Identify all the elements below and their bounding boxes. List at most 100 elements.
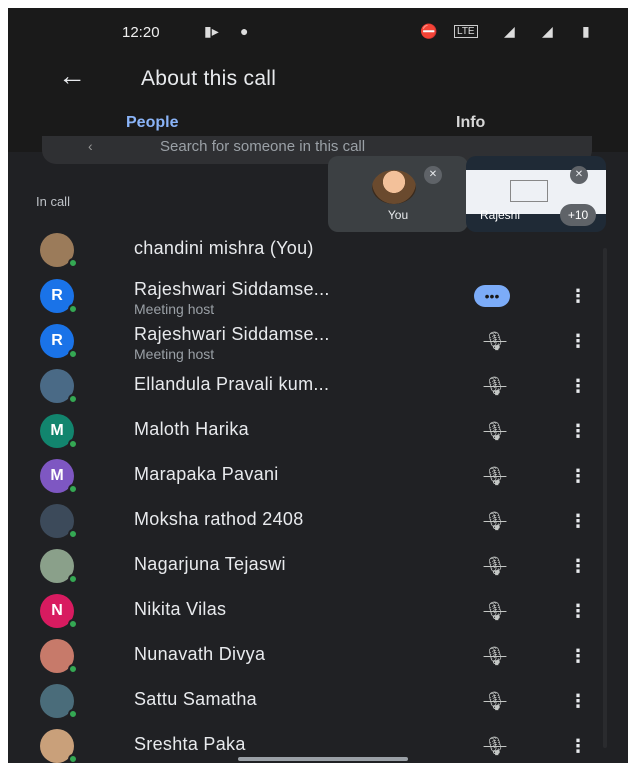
avatar: N	[40, 594, 78, 629]
mic-off-icon[interactable]: 🎙︎	[482, 733, 508, 759]
participant-name: Rajeshwari Siddamse...	[134, 324, 330, 344]
participant-row[interactable]: R Rajeshwari Siddamse... Meeting host ••• ⋮	[8, 273, 602, 318]
participant-row[interactable]: chandini mishra (You)	[8, 227, 602, 272]
search-icon: ‹	[88, 138, 93, 154]
battery-icon: ▮	[582, 23, 590, 39]
mic-off-icon: ✕	[424, 166, 442, 184]
participant-row[interactable]: N Nikita Vilas 🎙︎ ⋮	[8, 588, 602, 633]
tile-label: You	[387, 208, 409, 222]
participant-row[interactable]: M Marapaka Pavani 🎙︎ ⋮	[8, 453, 602, 498]
avatar-letter: M	[50, 422, 64, 439]
mic-off-icon[interactable]: 🎙︎	[482, 643, 508, 669]
participant-row[interactable]: M Maloth Harika 🎙︎ ⋮	[8, 408, 602, 453]
avatar	[40, 504, 78, 539]
online-status-dot	[68, 439, 78, 449]
mic-off-icon[interactable]: 🎙︎	[482, 328, 508, 354]
participant-name: Ellandula Pravali kum...	[134, 374, 330, 394]
tab-people[interactable]: People	[126, 114, 178, 132]
home-indicator[interactable]	[238, 757, 408, 761]
scrollbar[interactable]	[603, 248, 607, 748]
participant-role: Meeting host	[134, 346, 215, 362]
avatar: M	[40, 459, 78, 494]
mic-off-icon[interactable]: 🎙︎	[482, 418, 508, 444]
online-status-dot	[68, 529, 78, 539]
online-status-dot	[68, 349, 78, 359]
more-options-icon[interactable]: ⋮	[569, 463, 587, 489]
avatar-letter: M	[50, 467, 64, 484]
online-status-dot	[68, 394, 78, 404]
more-options-icon[interactable]: ⋮	[569, 373, 587, 399]
dnd-icon: ⛔	[420, 23, 438, 39]
participant-row[interactable]: Nagarjuna Tejaswi 🎙︎ ⋮	[8, 543, 602, 588]
more-options-icon[interactable]: ⋮	[569, 643, 587, 669]
more-options-icon[interactable]: ⋮	[569, 688, 587, 714]
tile-label: Rajeshi	[480, 208, 521, 222]
more-options-icon[interactable]: ⋮	[569, 283, 587, 309]
mic-off-icon[interactable]: 🎙︎	[482, 598, 508, 624]
back-arrow-icon[interactable]: ←	[58, 62, 90, 92]
participant-name: Sattu Samatha	[134, 689, 257, 709]
in-call-section-label: In call	[36, 194, 70, 209]
page-title: About this call	[141, 67, 277, 90]
presentation-tile[interactable]: ✕ Rajeshi +10	[466, 156, 606, 232]
more-options-icon[interactable]: ⋮	[569, 733, 587, 759]
participant-name: Marapaka Pavani	[134, 464, 279, 484]
mic-off-icon[interactable]: 🎙︎	[482, 553, 508, 579]
status-time: 12:20	[122, 24, 160, 41]
mic-off-icon[interactable]: 🎙︎	[482, 463, 508, 489]
app-bar: ← About this call	[8, 52, 628, 102]
more-options-icon[interactable]: ⋮	[569, 418, 587, 444]
signal-icon: ◢	[504, 23, 515, 39]
self-video-tile[interactable]: ✕ You	[328, 156, 468, 232]
participant-row[interactable]: R Rajeshwari Siddamse... Meeting host 🎙︎ ⋮	[8, 318, 602, 363]
avatar-letter: R	[51, 332, 63, 349]
online-status-dot	[68, 664, 78, 674]
avatar: R	[40, 279, 78, 314]
participant-name: Rajeshwari Siddamse...	[134, 279, 330, 299]
more-options-icon[interactable]: ⋮	[569, 598, 587, 624]
participant-role: Meeting host	[134, 301, 215, 317]
online-status-dot	[68, 304, 78, 314]
video-camera-icon: ▮▸	[204, 23, 219, 39]
participant-name: chandini mishra (You)	[134, 238, 314, 258]
online-status-dot	[68, 574, 78, 584]
more-participants-badge[interactable]: +10	[560, 204, 596, 226]
online-status-dot	[68, 619, 78, 629]
signal-icon: ◢	[542, 23, 553, 39]
microphone-icon: ●	[240, 23, 249, 39]
more-options-icon[interactable]: ⋮	[569, 508, 587, 534]
speaking-indicator-icon[interactable]: •••	[474, 285, 510, 307]
participant-row[interactable]: Moksha rathod 2408 🎙︎ ⋮	[8, 498, 602, 543]
participant-row[interactable]: Nunavath Divya 🎙︎ ⋮	[8, 633, 602, 678]
tab-info[interactable]: Info	[456, 114, 485, 132]
participant-name: Nunavath Divya	[134, 644, 266, 664]
slide-thumbnail	[510, 180, 548, 202]
participant-row[interactable]: Ellandula Pravali kum... 🎙︎ ⋮	[8, 363, 602, 408]
avatar: M	[40, 414, 78, 449]
avatar: R	[40, 324, 78, 359]
avatar	[40, 639, 78, 674]
status-bar: 12:20 ▮▸ ● ⛔ LTE ◢ ◢ ▮	[8, 8, 628, 52]
avatar	[40, 549, 78, 584]
avatar	[40, 684, 78, 719]
mic-off-icon[interactable]: 🎙︎	[482, 508, 508, 534]
mic-off-icon: ✕	[570, 166, 588, 184]
more-options-icon[interactable]: ⋮	[569, 328, 587, 354]
participant-name: Nikita Vilas	[134, 599, 227, 619]
mic-off-icon[interactable]: 🎙︎	[482, 688, 508, 714]
online-status-dot	[68, 258, 78, 268]
participant-name: Maloth Harika	[134, 419, 249, 439]
avatar	[40, 369, 78, 404]
participant-name: Sreshta Paka	[134, 734, 246, 754]
mic-off-icon[interactable]: 🎙︎	[482, 373, 508, 399]
participant-name: Moksha rathod 2408	[134, 509, 304, 529]
avatar-letter: N	[51, 602, 63, 619]
online-status-dot	[68, 754, 78, 763]
phone-screen: 12:20 ▮▸ ● ⛔ LTE ◢ ◢ ▮ ← About this call…	[8, 8, 628, 763]
avatar-letter: R	[51, 287, 63, 304]
volte-icon: LTE	[454, 25, 478, 38]
more-options-icon[interactable]: ⋮	[569, 553, 587, 579]
participant-row[interactable]: Sattu Samatha 🎙︎ ⋮	[8, 678, 602, 723]
search-placeholder: Search for someone in this call	[160, 138, 366, 155]
avatar	[372, 170, 416, 204]
